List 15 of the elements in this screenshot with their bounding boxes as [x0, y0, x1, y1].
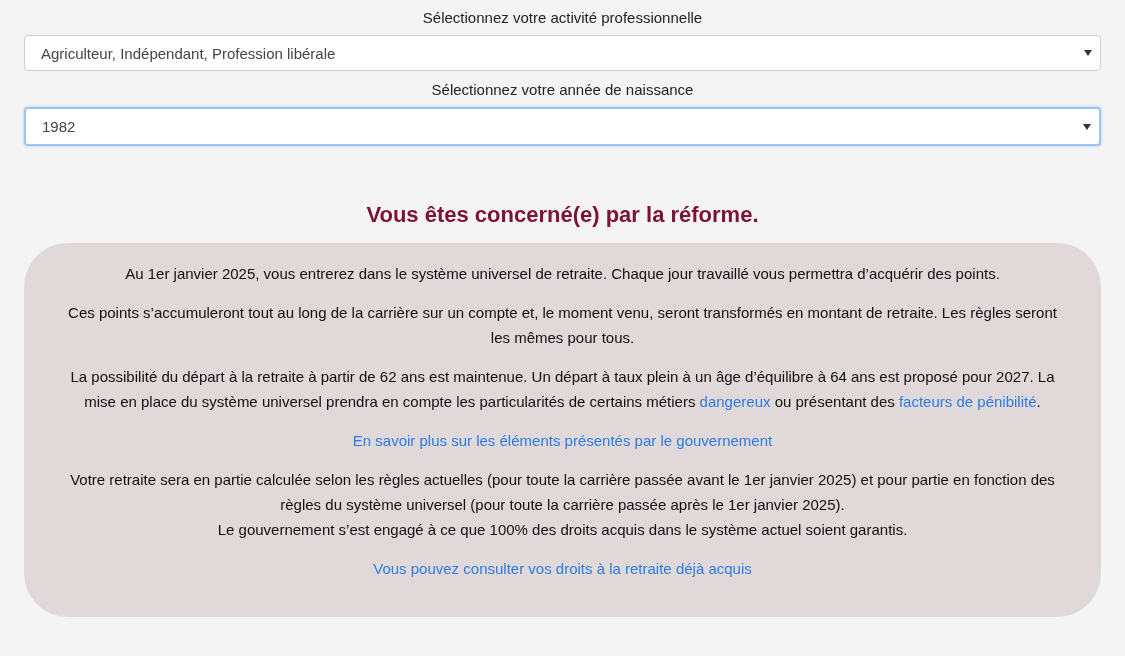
info-link[interactable]: En savoir plus sur les éléments présentés par le gouvernement [352, 428, 773, 453]
field-label: Sélectionnez votre année de naissance [430, 81, 695, 98]
info-link[interactable]: Vous pouvez consulter vos droits à la retraite déjà acquis [373, 556, 752, 581]
inline-link[interactable]: facteurs de pénibilité [898, 393, 1037, 410]
paragraph: La possibilité du départ à la retraite à partir de 62 ans est maintenue. Un départ à taux plein à un âge d’équilibre à 64 ans est proposé pour 2027. La mise en place du système universel prendra en compte les particularités de certains métiers dangereux ou présentant des facteurs de pénibilité. [69, 367, 1056, 412]
caret-icon [1083, 123, 1091, 130]
paragraph: Votre retraite sera en partie calculée selon les règles actuelles (pour toute la carrière passée avant le 1er janvier 2025) et pour partie en fonction des règles du système universel (pour toute la carrière passée après le 1er janvier 2025). Le gouvernement s’est engagé à ce que 100% des droits acquis dans le système actuel soient garantis. [69, 470, 1056, 540]
paragraph: Au 1er janvier 2025, vous entrerez dans le système universel de retraite. Chaque jour travaillé vous permettra d’acquérir des points. [124, 264, 1001, 284]
inline-link[interactable]: dangereux [699, 393, 771, 410]
paragraph: Ces points s’accumuleront tout au long de la carrière sur un compte et, le moment venu, seront transformés en montant de retraite. Les règles seront les mêmes pour tous. [68, 303, 1057, 348]
field-label: Sélectionnez votre activité professionnelle [421, 9, 704, 26]
result-heading: Vous êtes concerné(e) par la réforme. [365, 202, 760, 228]
caret-icon [1084, 50, 1092, 56]
dropdown[interactable]: 1982 [24, 107, 1101, 146]
dropdown[interactable]: Agriculteur, Indépendant, Profession libérale [24, 35, 1101, 71]
